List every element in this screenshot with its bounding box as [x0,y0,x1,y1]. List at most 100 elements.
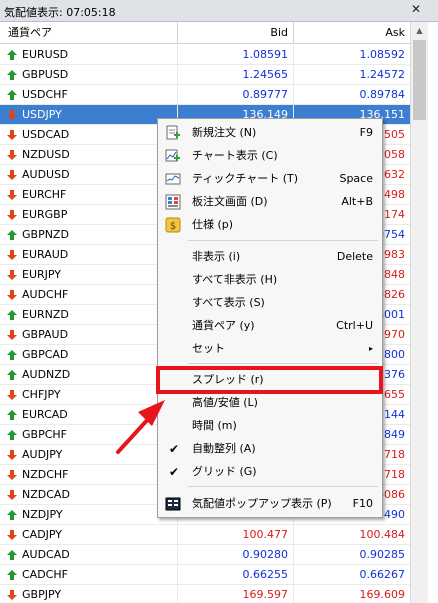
window-title: 気配値表示: 07:05:18 [4,6,116,19]
symbol-cell: CADCHF [22,568,68,581]
menu-item-13[interactable]: 時間 (m) [160,415,381,437]
arrow-down-icon [7,530,17,540]
arrow-down-icon [7,450,17,460]
arrow-down-icon [7,210,17,220]
menu-item-3[interactable]: ティックチャート (T) Space [160,168,381,190]
arrow-down-icon [7,190,17,200]
table-row[interactable]: AUDCAD 0.90280 0.90285 [0,545,410,565]
svg-text:$: $ [170,221,176,232]
scroll-up-icon[interactable]: ▲ [411,22,428,39]
bid-cell: 1.24565 [242,68,289,81]
menu-item-label: 自動整列 (A) [192,442,256,455]
highlight-box [156,366,383,394]
menu-item-12[interactable]: 高値/安値 (L) [160,392,381,414]
symbol-cell: USDJPY [22,108,62,121]
close-icon[interactable]: ✕ [408,1,424,17]
menu-item-label: チャート表示 (C) [192,149,278,162]
table-row[interactable]: CADCHF 0.66255 0.66267 [0,565,410,585]
menu-item-label: セット [192,342,225,355]
header-divider [293,22,294,44]
tick-chart-icon [165,171,181,187]
ask-cell: 0.90285 [359,548,406,561]
symbol-cell: EURUSD [22,48,69,61]
table-row[interactable]: EURUSD 1.08591 1.08592 [0,45,410,65]
menu-item-16[interactable]: 気配値ポップアップ表示 (P) F10 [160,493,381,515]
arrow-down-icon [7,170,17,180]
menu-item-15[interactable]: ✔ グリッド (G) [160,461,381,483]
menu-item-2[interactable]: チャート表示 (C) [160,145,381,167]
table-row[interactable]: GBPUSD 1.24565 1.24572 [0,65,410,85]
specification-icon: $ [165,217,181,233]
menu-item-label: 新規注文 (N) [192,126,257,139]
arrow-up-icon [7,550,17,560]
symbol-cell: GBPNZD [22,228,69,241]
table-row[interactable]: CADJPY 100.477 100.484 [0,525,410,545]
symbol-cell: USDCHF [22,88,68,101]
symbol-cell: EURGBP [22,208,68,221]
symbol-cell: EURNZD [22,308,69,321]
header-bid[interactable]: Bid [178,22,290,44]
market-watch-window: 気配値表示: 07:05:18 ✕ 通貨ペア Bid Ask EURUSD 1.0… [0,0,438,603]
right-edge [428,22,438,603]
menu-item-10[interactable]: セット ▸ [160,338,381,360]
cell-divider [293,85,294,105]
bid-cell: 0.90280 [242,548,289,561]
menu-item-5[interactable]: $ 仕様 (p) [160,214,381,236]
cell-divider [293,45,294,65]
cell-divider [293,585,294,603]
symbol-cell: AUDJPY [22,448,63,461]
symbol-cell: EURCHF [22,188,67,201]
arrow-up-icon [7,510,17,520]
table-row[interactable]: USDCHF 0.89777 0.89784 [0,85,410,105]
title-bar[interactable]: 気配値表示: 07:05:18 ✕ [0,0,438,22]
symbol-cell: NZDCHF [22,468,69,481]
menu-item-9[interactable]: 通貨ペア (y) Ctrl+U [160,315,381,337]
symbol-cell: AUDNZD [22,368,71,381]
symbol-cell: AUDUSD [22,168,70,181]
symbol-cell: NZDCAD [22,488,70,501]
vertical-scrollbar[interactable]: ▲ [410,22,428,603]
menu-separator [188,486,378,487]
arrow-down-icon [7,150,17,160]
menu-shortcut: Space [339,172,373,185]
bid-cell: 0.89777 [242,88,289,101]
menu-separator [188,363,378,364]
header-symbol[interactable]: 通貨ペア [8,22,52,44]
menu-item-7[interactable]: すべて非表示 (H) [160,269,381,291]
arrow-down-icon [7,390,17,400]
menu-separator [188,240,378,241]
menu-shortcut: F10 [352,497,373,510]
menu-item-label: ティックチャート (T) [192,172,299,185]
menu-shortcut: Ctrl+U [336,319,373,332]
arrow-up-icon [7,310,17,320]
arrow-down-icon [7,490,17,500]
cell-divider [293,65,294,85]
menu-item-1[interactable]: 新規注文 (N) F9 [160,122,381,144]
arrow-down-icon [7,470,17,480]
cell-divider [293,525,294,545]
menu-item-label: 通貨ペア (y) [192,319,255,332]
depth-of-market-icon [165,194,181,210]
menu-item-label: すべて表示 (S) [192,296,265,309]
symbol-cell: EURJPY [22,268,61,281]
arrow-down-icon [7,130,17,140]
ask-cell: 0.89784 [359,88,406,101]
arrow-up-icon [7,370,17,380]
bid-cell: 1.08591 [242,48,289,61]
arrow-up-icon [7,570,17,580]
arrow-down-icon [7,590,17,600]
symbol-cell: USDCAD [22,128,70,141]
menu-item-14[interactable]: ✔ 自動整列 (A) [160,438,381,460]
context-menu: 新規注文 (N) F9 チャート表示 (C) ティックチャート (T) Space 板注文… [157,118,383,518]
chart-window-icon [165,148,181,164]
menu-item-4[interactable]: 板注文画面 (D) Alt+B [160,191,381,213]
arrow-down-icon [7,290,17,300]
scroll-thumb[interactable] [413,40,426,120]
bid-cell: 169.597 [242,588,289,601]
menu-item-8[interactable]: すべて表示 (S) [160,292,381,314]
arrow-up-icon [7,70,17,80]
menu-item-6[interactable]: 非表示 (i) Delete [160,246,381,268]
header-ask[interactable]: Ask [295,22,407,44]
menu-item-label: 板注文画面 (D) [192,195,268,208]
table-row[interactable]: GBPJPY 169.597 169.609 [0,585,410,603]
